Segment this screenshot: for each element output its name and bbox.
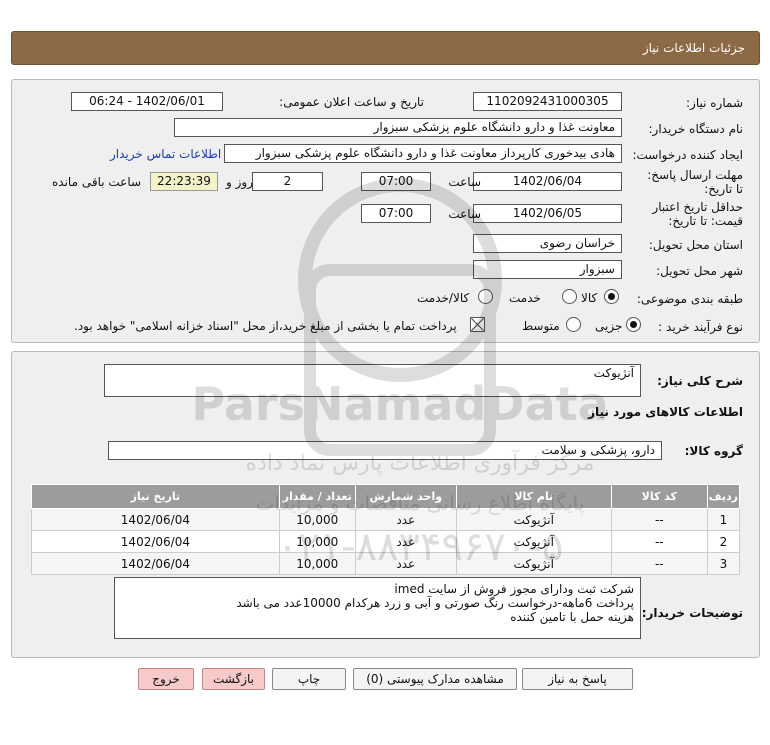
process-medium-label: متوسط xyxy=(522,319,560,333)
cell-unit: عدد xyxy=(354,552,457,575)
payment-note: پرداخت تمام یا بخشی از مبلغ خرید،از محل … xyxy=(74,319,457,333)
category-goods-radio[interactable] xyxy=(604,289,619,304)
items-header-row: ردیف کد کالا نام کالا واحد شمارش تعداد /… xyxy=(31,484,741,509)
days-field: 2 xyxy=(252,172,323,191)
announce-field: 1402/06/01 - 06:24 xyxy=(71,92,223,111)
table-row: 1 -- آنژیوکت عدد 10,000 1402/06/04 xyxy=(31,508,741,531)
remaining-label: ساعت باقی مانده xyxy=(52,175,142,189)
cell-row: 3 xyxy=(706,552,741,575)
validity-label: حداقل تاریخ اعتبار قیمت: تا تاریخ: xyxy=(652,200,743,228)
col-row: ردیف xyxy=(706,484,741,509)
cell-row: 1 xyxy=(706,508,741,531)
province-field: خراسان رضوی xyxy=(473,234,622,253)
col-name: نام کالا xyxy=(455,484,612,509)
col-date: تاریخ نیاز xyxy=(31,484,280,509)
city-label: شهر محل تحویل: xyxy=(656,264,743,278)
summary-label: شرح کلی نیاز: xyxy=(657,374,743,388)
deadline-date-field: 1402/06/04 xyxy=(473,172,622,191)
process-label: نوع فرآیند خرید : xyxy=(658,320,743,334)
items-table: ردیف کد کالا نام کالا واحد شمارش تعداد /… xyxy=(31,484,741,575)
buyer-note-line: پرداخت 6ماهه-درخواست رنگ صورتی و آبی و ز… xyxy=(236,596,634,610)
creator-field: هادی بیدخوری کارپرداز معاونت غذا و دارو … xyxy=(224,144,622,163)
province-label: استان محل تحویل: xyxy=(648,238,743,252)
group-label: گروه کالا: xyxy=(684,444,743,458)
cell-code: -- xyxy=(610,508,708,531)
buyer-notes-box: شرکت ثبت ودارای مجوز فروش از سایت imed پ… xyxy=(114,577,641,639)
page-header: جزئیات اطلاعات نیاز xyxy=(11,31,760,65)
process-medium-radio[interactable] xyxy=(566,317,581,332)
deadline-time-field: 07:00 xyxy=(361,172,431,191)
buyer-note-line: هزینه حمل با تامین کننده xyxy=(510,610,634,624)
category-goods-label: کالا xyxy=(581,291,598,305)
announce-label: تاریخ و ساعت اعلان عمومی: xyxy=(279,95,424,109)
cell-qty: 10,000 xyxy=(278,552,356,575)
creator-label: ایجاد کننده درخواست: xyxy=(632,148,743,162)
category-both-radio[interactable] xyxy=(478,289,493,304)
cell-name: آنژیوکت xyxy=(455,552,612,575)
need-info-panel: شماره نیاز: 1102092431000305 تاریخ و ساع… xyxy=(11,79,760,343)
remaining-time-field: 22:23:39 xyxy=(150,172,218,191)
cell-date: 1402/06/04 xyxy=(31,508,280,531)
reply-button[interactable]: پاسخ به نیاز xyxy=(522,668,633,690)
exit-button[interactable]: خروج xyxy=(138,668,194,690)
validity-time-field: 07:00 xyxy=(361,204,431,223)
col-code: کد کالا xyxy=(610,484,708,509)
need-details-panel: شرح کلی نیاز: آنژیوکت اطلاعات کالاهای مو… xyxy=(11,351,760,658)
deadline-time-label: ساعت xyxy=(448,175,481,189)
category-service-label: خدمت xyxy=(509,291,541,305)
validity-time-label: ساعت xyxy=(448,207,481,221)
table-row: 3 -- آنژیوکت عدد 10,000 1402/06/04 xyxy=(31,552,741,575)
cell-date: 1402/06/04 xyxy=(31,552,280,575)
group-field: دارو، پزشکی و سلامت xyxy=(108,441,662,460)
cell-qty: 10,000 xyxy=(278,508,356,531)
cell-unit: عدد xyxy=(354,530,457,553)
treasury-checkbox[interactable] xyxy=(470,317,485,332)
table-row: 2 -- آنژیوکت عدد 10,000 1402/06/04 xyxy=(31,530,741,553)
cell-code: -- xyxy=(610,552,708,575)
city-field: سبزوار xyxy=(473,260,622,279)
category-both-label: کالا/خدمت xyxy=(417,291,470,305)
col-unit: واحد شمارش xyxy=(354,484,457,509)
category-label: طبقه بندی موضوعی: xyxy=(636,292,743,306)
view-attachments-button[interactable]: مشاهده مدارک پیوستی (0) xyxy=(353,668,517,690)
cell-name: آنژیوکت xyxy=(455,530,612,553)
cell-qty: 10,000 xyxy=(278,530,356,553)
validity-date-field: 1402/06/05 xyxy=(473,204,622,223)
process-minor-label: جزیی xyxy=(595,319,623,333)
buyer-contact-link[interactable]: اطلاعات تماس خریدار xyxy=(110,147,221,161)
buyer-note-line: شرکت ثبت ودارای مجوز فروش از سایت imed xyxy=(394,582,634,596)
process-minor-radio[interactable] xyxy=(626,317,641,332)
cell-date: 1402/06/04 xyxy=(31,530,280,553)
items-title: اطلاعات کالاهای مورد نیاز xyxy=(588,405,743,419)
col-qty: تعداد / مقدار xyxy=(278,484,356,509)
summary-field: آنژیوکت xyxy=(104,364,641,397)
cell-code: -- xyxy=(610,530,708,553)
buyer-notes-label: توضیحات خریدار: xyxy=(641,606,743,620)
back-button[interactable]: بازگشت xyxy=(202,668,265,690)
page-title: جزئیات اطلاعات نیاز xyxy=(642,41,745,55)
print-button[interactable]: چاپ xyxy=(272,668,346,690)
days-label: روز و xyxy=(226,175,253,189)
cell-name: آنژیوکت xyxy=(455,508,612,531)
buyer-org-label: نام دستگاه خریدار: xyxy=(648,122,744,136)
category-service-radio[interactable] xyxy=(562,289,577,304)
cell-unit: عدد xyxy=(354,508,457,531)
need-number-label: شماره نیاز: xyxy=(686,96,743,110)
cell-row: 2 xyxy=(706,530,741,553)
need-number-field: 1102092431000305 xyxy=(473,92,622,111)
buyer-org-field: معاونت غذا و دارو دانشگاه علوم پزشکی سبز… xyxy=(174,118,622,137)
deadline-label: مهلت ارسال پاسخ: تا تاریخ: xyxy=(647,168,743,196)
